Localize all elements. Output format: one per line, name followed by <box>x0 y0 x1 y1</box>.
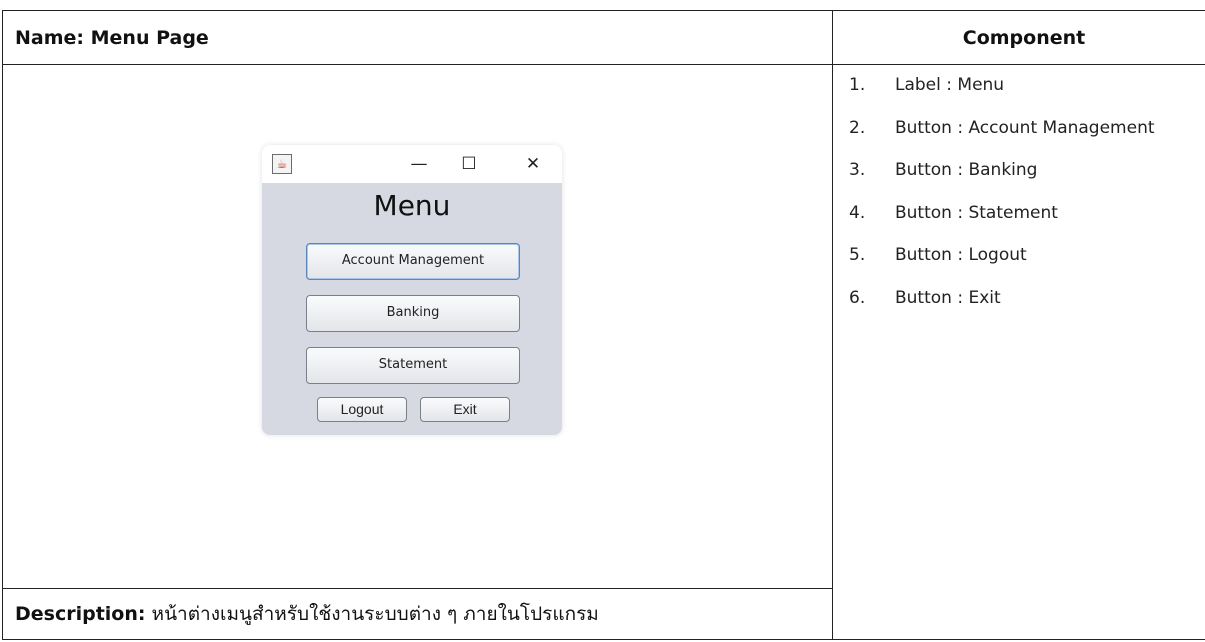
component-text: Button : Account Management <box>895 117 1155 138</box>
component-item: 2. Button : Account Management <box>849 118 1155 161</box>
maximize-icon[interactable]: ☐ <box>456 151 482 177</box>
banking-button[interactable]: Banking <box>306 295 520 332</box>
component-list-cell: 1. Label : Menu 2. Button : Account Manage… <box>832 64 1205 640</box>
component-number: 1. <box>849 75 866 95</box>
component-text: Button : Logout <box>895 245 1027 265</box>
exit-button[interactable]: Exit <box>420 397 510 422</box>
java-app-icon: ☕ <box>272 154 292 174</box>
component-item: 3. Button : Banking <box>849 160 1155 203</box>
menu-window: ☕ — ☐ ✕ Menu Account Management Banking … <box>262 145 562 435</box>
component-list: 1. Label : Menu 2. Button : Account Manage… <box>849 75 1155 330</box>
account-management-button[interactable]: Account Management <box>306 243 520 280</box>
minimize-icon[interactable]: — <box>406 151 432 177</box>
name-header-cell: Name: Menu Page <box>2 10 833 65</box>
component-item: 1. Label : Menu <box>849 75 1155 118</box>
description-cell: Description: หน้าต่างเมนูสำหรับใช้งานระบ… <box>2 588 833 640</box>
screenshot-cell: ☕ — ☐ ✕ Menu Account Management Banking … <box>2 64 833 589</box>
component-number: 4. <box>849 202 866 223</box>
component-number: 5. <box>849 245 866 265</box>
logout-button[interactable]: Logout <box>317 397 407 422</box>
component-number: 3. <box>849 160 866 180</box>
component-item: 5. Button : Logout <box>849 245 1155 288</box>
component-text: Button : Banking <box>895 160 1038 180</box>
description-label: Description: <box>15 603 146 625</box>
component-item: 4. Button : Statement <box>849 203 1155 246</box>
component-item: 6. Button : Exit <box>849 288 1155 331</box>
spec-table: Name: Menu Page Component ☕ — ☐ ✕ Menu A… <box>2 10 1205 640</box>
component-number: 6. <box>849 287 866 308</box>
menu-label: Menu <box>373 189 451 222</box>
window-titlebar: ☕ — ☐ ✕ <box>262 145 562 183</box>
component-text: Button : Exit <box>895 287 1001 308</box>
component-header-cell: Component <box>832 10 1205 65</box>
statement-button[interactable]: Statement <box>306 347 520 384</box>
description-text: หน้าต่างเมนูสำหรับใช้งานระบบต่าง ๆ ภายใน… <box>145 603 599 625</box>
component-header-label: Component <box>962 26 1086 49</box>
page-name-label: Name: Menu Page <box>15 26 209 49</box>
close-icon[interactable]: ✕ <box>520 151 546 177</box>
component-text: Label : Menu <box>895 75 1005 95</box>
component-number: 2. <box>849 117 866 138</box>
component-text: Button : Statement <box>895 202 1058 223</box>
